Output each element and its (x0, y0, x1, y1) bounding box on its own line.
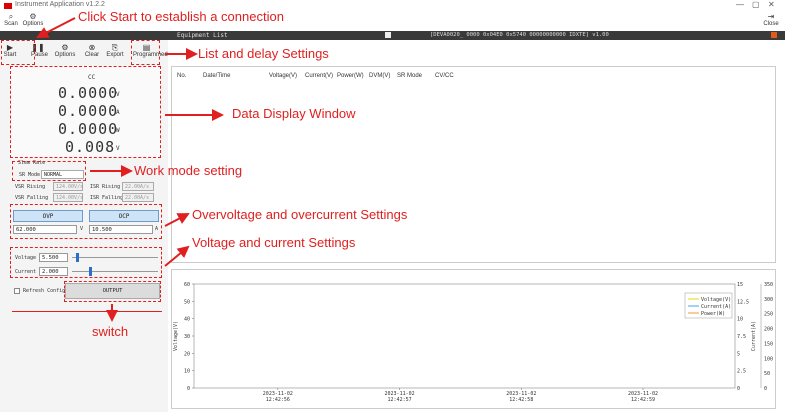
protection-annotation: Overvoltage and overcurrent Settings (192, 207, 408, 222)
display-annotation: Data Display Window (232, 106, 356, 121)
switch-annotation: switch (92, 324, 129, 339)
start-annotation: Click Start to establish a connection (78, 9, 284, 24)
setpoint-annotation: Voltage and current Settings (192, 235, 356, 250)
annotation-arrows (36, 17, 224, 322)
setpoint-arrow (164, 245, 190, 267)
list-annotation: List and delay Settings (198, 46, 329, 61)
protection-arrow (164, 213, 190, 227)
work-mode-annotation: Work mode setting (134, 163, 243, 178)
start-arrow (36, 17, 76, 38)
